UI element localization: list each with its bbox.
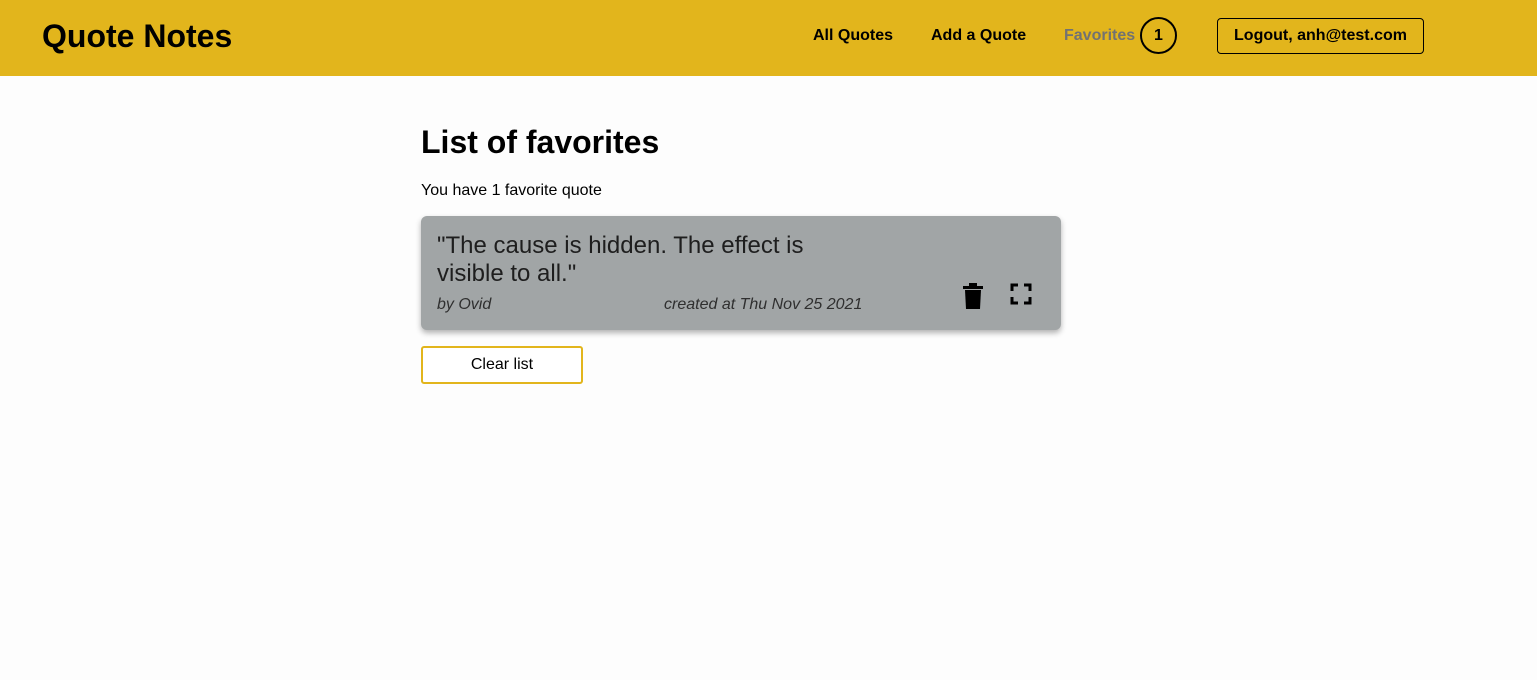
logout-button[interactable]: Logout, anh@test.com <box>1217 18 1424 54</box>
quote-text: "The cause is hidden. The effect is visi… <box>437 232 804 287</box>
favorites-count-badge[interactable]: 1 <box>1140 17 1177 54</box>
top-navbar: Quote Notes All Quotes Add a Quote Favor… <box>0 0 1537 76</box>
trash-icon[interactable] <box>959 282 987 310</box>
page-title: List of favorites <box>421 124 660 160</box>
app-logo[interactable]: Quote Notes <box>42 17 232 55</box>
expand-icon[interactable] <box>1007 280 1035 308</box>
nav-all-quotes[interactable]: All Quotes <box>813 26 893 46</box>
nav-add-quote[interactable]: Add a Quote <box>931 26 1026 46</box>
nav-favorites[interactable]: Favorites <box>1064 26 1135 46</box>
favorites-count-text: You have 1 favorite quote <box>421 182 602 199</box>
quote-created-date: created at Thu Nov 25 2021 <box>664 296 863 313</box>
quote-author: by Ovid <box>437 296 492 313</box>
quote-card: "The cause is hidden. The effect is visi… <box>421 216 1061 330</box>
clear-list-button[interactable]: Clear list <box>421 346 583 384</box>
